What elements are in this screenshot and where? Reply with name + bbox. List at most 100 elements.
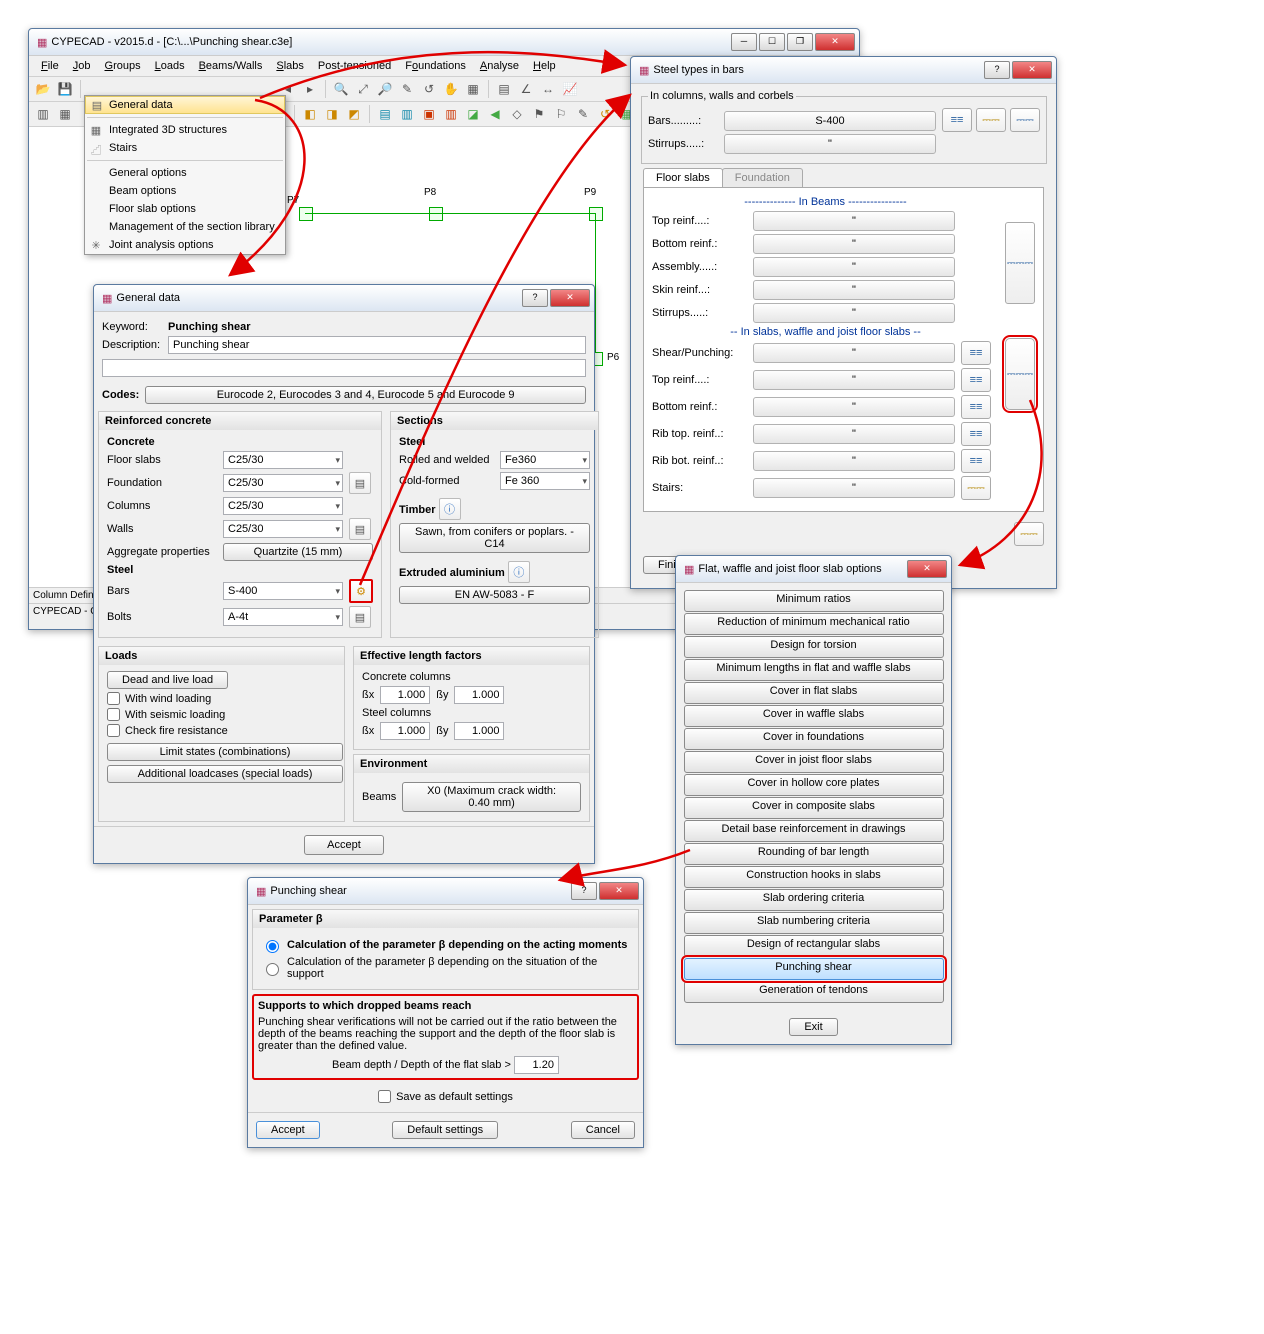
menu-beams-walls[interactable]: Beams/Walls — [193, 58, 269, 74]
radio-support[interactable] — [266, 963, 279, 976]
tool-n[interactable]: ⚑ — [529, 104, 549, 124]
beam-bot-button[interactable]: " — [753, 234, 955, 254]
tool-l[interactable]: ◀ — [485, 104, 505, 124]
sliders-icon[interactable]: ⎓⎓ — [1010, 108, 1040, 132]
walls-options-icon[interactable]: ▤ — [349, 518, 371, 540]
codes-button[interactable]: Eurocode 2, Eurocodes 3 and 4, Eurocode … — [145, 386, 586, 404]
tool-d[interactable]: ◧ — [300, 104, 320, 124]
fire-checkbox[interactable] — [107, 724, 120, 737]
rolled-select[interactable]: Fe360 — [500, 451, 590, 469]
pillar-p9[interactable] — [589, 207, 603, 221]
opt-numbering[interactable]: Slab numbering criteria — [684, 912, 944, 934]
tool-j[interactable]: ▥ — [441, 104, 461, 124]
opt-cover-flat[interactable]: Cover in flat slabs — [684, 682, 944, 704]
stairs-button[interactable]: " — [753, 478, 955, 498]
menu-foundations[interactable]: Foundations — [399, 58, 472, 74]
steel-by-input[interactable] — [454, 722, 504, 740]
bars-options-icon[interactable]: ⚙ — [349, 579, 373, 603]
addl-loads-button[interactable]: Additional loadcases (special loads) — [107, 765, 343, 783]
opt-ordering[interactable]: Slab ordering criteria — [684, 889, 944, 911]
defaults-button[interactable]: Default settings — [392, 1121, 498, 1139]
steel-bx-input[interactable] — [380, 722, 430, 740]
sliders-yellow-floor-icon[interactable]: ⎓⎓⎓ — [1005, 338, 1035, 410]
menu-general-data[interactable]: ▤ General data — [85, 96, 285, 114]
foundation-options-icon[interactable]: ▤ — [349, 472, 371, 494]
exit-button[interactable]: Exit — [789, 1018, 837, 1036]
dead-live-button[interactable]: Dead and live load — [107, 671, 228, 689]
foundation-select[interactable]: C25/30 — [223, 474, 343, 492]
limit-states-button[interactable]: Limit states (combinations) — [107, 743, 343, 761]
opt-rounding[interactable]: Rounding of bar length — [684, 843, 944, 865]
zoom-window-icon[interactable]: 🔍 — [331, 79, 351, 99]
cancel-button[interactable]: Cancel — [571, 1121, 635, 1139]
maximize-button[interactable]: ☐ — [759, 33, 785, 51]
menu-help[interactable]: Help — [527, 58, 562, 74]
opt-base-reinf[interactable]: Detail base reinforcement in drawings — [684, 820, 944, 842]
menu-section-library[interactable]: Management of the section library — [85, 218, 285, 236]
bolts-select[interactable]: A-4t — [223, 608, 343, 626]
help-button[interactable]: ? — [571, 882, 597, 900]
tool-f[interactable]: ◩ — [344, 104, 364, 124]
slab-top-button[interactable]: " — [753, 370, 955, 390]
tool-b[interactable]: ▦ — [55, 104, 75, 124]
help-button[interactable]: ? — [522, 289, 548, 307]
menu-general-options[interactable]: General options — [85, 164, 285, 182]
grid-icon[interactable]: ▤ — [494, 79, 514, 99]
tool-p[interactable]: ✎ — [573, 104, 593, 124]
arrow-right-icon[interactable]: ▸ — [300, 79, 320, 99]
close-button[interactable]: ✕ — [1012, 61, 1052, 79]
radio-moments[interactable] — [266, 940, 279, 953]
tool-o[interactable]: ⚐ — [551, 104, 571, 124]
rib-top-button[interactable]: " — [753, 424, 955, 444]
floor-slabs-select[interactable]: C25/30 — [223, 451, 343, 469]
env-beams-button[interactable]: X0 (Maximum crack width: 0.40 mm) — [402, 782, 581, 812]
tab-floor-slabs[interactable]: Floor slabs — [643, 168, 723, 187]
opt-min-ratios[interactable]: Minimum ratios — [684, 590, 944, 612]
tool-g[interactable]: ▤ — [375, 104, 395, 124]
opt-hooks[interactable]: Construction hooks in slabs — [684, 866, 944, 888]
menu-file[interactable]: File — [35, 58, 65, 74]
beam-stirrup-button[interactable]: " — [753, 303, 955, 323]
measure-icon[interactable]: ✎ — [397, 79, 417, 99]
sliders-vert-icon[interactable]: ⎓⎓⎓ — [1005, 222, 1035, 304]
bolts-options-icon[interactable]: ▤ — [349, 606, 371, 628]
opt-punching-shear[interactable]: Punching shear — [684, 958, 944, 980]
pan-icon[interactable]: ✋ — [441, 79, 461, 99]
tool-k[interactable]: ◪ — [463, 104, 483, 124]
opt-torsion[interactable]: Design for torsion — [684, 636, 944, 658]
conc-by-input[interactable] — [454, 686, 504, 704]
opt-cover-waffle[interactable]: Cover in waffle slabs — [684, 705, 944, 727]
table-icon[interactable]: ≡≡ — [942, 108, 972, 132]
chart-icon[interactable]: 📈 — [560, 79, 580, 99]
redraw-icon[interactable]: ▦ — [463, 79, 483, 99]
beam-skin-button[interactable]: " — [753, 280, 955, 300]
slab-bot-button[interactable]: " — [753, 397, 955, 417]
aggregate-button[interactable]: Quartzite (15 mm) — [223, 543, 373, 561]
opt-tendons[interactable]: Generation of tendons — [684, 981, 944, 1003]
close-button[interactable]: ✕ — [907, 560, 947, 578]
menu-floor-slab-options[interactable]: Floor slab options — [85, 200, 285, 218]
menu-beam-options[interactable]: Beam options — [85, 182, 285, 200]
menu-job[interactable]: Job — [67, 58, 97, 74]
zoom-in-icon[interactable]: 🔎 — [375, 79, 395, 99]
tool-q[interactable]: ↺ — [595, 104, 615, 124]
col-stirrups-button[interactable]: " — [724, 134, 936, 154]
tool-a[interactable]: ▥ — [33, 104, 53, 124]
conc-bx-input[interactable] — [380, 686, 430, 704]
zoom-prev-icon[interactable]: ↺ — [419, 79, 439, 99]
close-button[interactable]: ✕ — [550, 289, 590, 307]
opt-red-ratio[interactable]: Reduction of minimum mechanical ratio — [684, 613, 944, 635]
save-default-checkbox[interactable] — [378, 1090, 391, 1103]
alu-button[interactable]: EN AW-5083 - F — [399, 586, 590, 604]
beam-asm-button[interactable]: " — [753, 257, 955, 277]
col-bars-button[interactable]: S-400 — [724, 111, 936, 131]
menu-stairs[interactable]: 𓊍 Stairs — [85, 139, 285, 157]
accept-button[interactable]: Accept — [256, 1121, 320, 1139]
tab-foundation[interactable]: Foundation — [722, 168, 803, 187]
timber-info-icon[interactable]: ⓘ — [439, 498, 461, 520]
tool-e[interactable]: ◨ — [322, 104, 342, 124]
length-icon[interactable]: ↔ — [538, 79, 558, 99]
table-icon[interactable]: ≡≡ — [961, 422, 991, 446]
bars-select[interactable]: S-400 — [223, 582, 343, 600]
pillar-p8[interactable] — [429, 207, 443, 221]
